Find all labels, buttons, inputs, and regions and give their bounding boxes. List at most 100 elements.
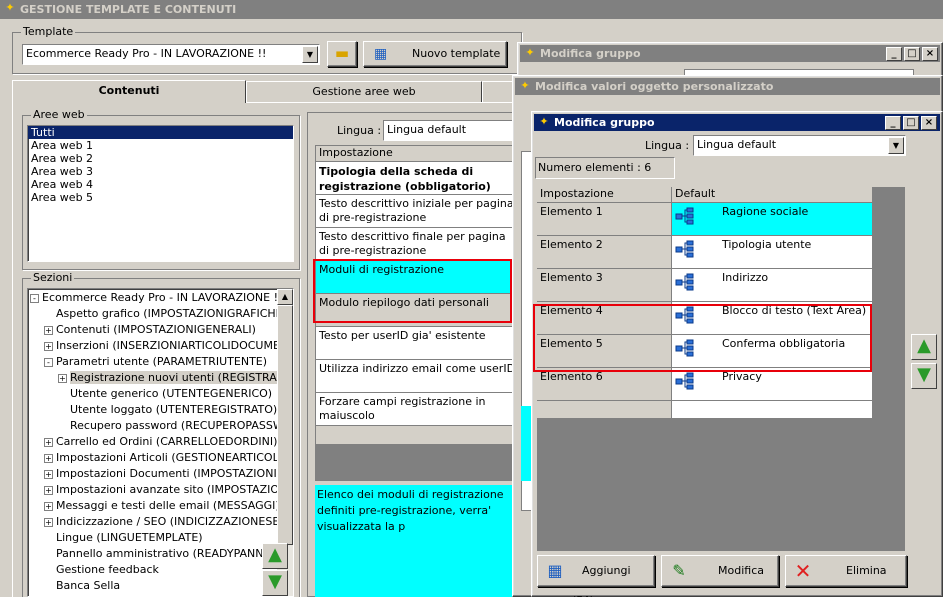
tree-item[interactable]: Utente generico (UTENTEGENERICO) (30, 386, 278, 402)
table-cell-default[interactable]: Tipologia utente (672, 236, 873, 269)
tree-item-label: Messaggi e testi delle email (MESSAGGI) (56, 499, 280, 512)
tree-item-label: Parametri utente (PARAMETRIUTENTE) (56, 355, 268, 368)
new-template-button[interactable]: ▦ Nuovo template (363, 41, 507, 67)
scroll-up-arrow[interactable]: ▲ (277, 289, 293, 305)
minimize-button[interactable]: _ (886, 47, 902, 61)
element-count: Numero elementi : 6 (535, 157, 675, 179)
tree-item[interactable]: Recupero password (RECUPEROPASSW (30, 418, 284, 434)
tree-item-label: Ecommerce Ready Pro - IN LAVORAZIONE !! (42, 291, 283, 304)
description-box: Elenco dei moduli di registrazione defin… (315, 485, 522, 597)
main-titlebar: ✦ GESTIONE TEMPLATE E CONTENUTI (0, 0, 943, 19)
minimize-button[interactable]: _ (885, 116, 901, 130)
tree-item[interactable]: + Carrello ed Ordini (CARRELLOEDORDINI) (30, 434, 278, 450)
tree-item[interactable]: + Impostazioni Documenti (IMPOSTAZIONIDO( (30, 466, 293, 482)
tree-item[interactable]: Utente loggato (UTENTEREGISTRATO) (30, 402, 278, 418)
table-cell-default[interactable]: Indirizzo (672, 269, 873, 302)
aree-web-label: Aree web (31, 108, 87, 121)
expand-icon[interactable]: + (44, 341, 53, 351)
tab-contenuti[interactable]: Contenuti (12, 80, 246, 103)
dialog-move-up-button[interactable]: ▲ (911, 334, 937, 360)
table-cell-default[interactable]: Ragione sociale (672, 203, 873, 236)
dialog-title: Modifica gruppo (554, 116, 655, 129)
expand-icon[interactable]: + (58, 373, 67, 383)
close-button[interactable]: × (922, 47, 938, 61)
tree-item-label: Recupero password (RECUPEROPASSW (70, 419, 284, 432)
tree-item[interactable]: + Registrazione nuovi utenti (REGISTRAZIO (30, 370, 293, 386)
tree-item[interactable]: Pannello amministrativo (READYPANNELL (30, 546, 283, 562)
expand-icon[interactable]: + (44, 437, 53, 447)
table-row[interactable]: Elemento 6 (537, 368, 672, 401)
chevron-down-icon[interactable]: ▼ (888, 137, 904, 154)
list-item[interactable]: Area web 2 (28, 152, 293, 165)
lingua-select[interactable]: Lingua default (383, 120, 523, 141)
expand-icon[interactable]: + (44, 453, 53, 463)
maximize-button[interactable]: □ (904, 47, 920, 61)
list-item[interactable]: Tutti (28, 126, 293, 139)
tree-item[interactable]: + Impostazioni Articoli (GESTIONEARTICOLI… (30, 450, 293, 466)
grid-empty-area (315, 445, 522, 481)
tree-item-label: Gestione feedback (56, 563, 159, 576)
element-value-label: Tipologia utente (722, 238, 812, 251)
tree-structure-icon (675, 372, 694, 390)
grid-footer (316, 426, 523, 444)
open-folder-button[interactable]: ▬ (327, 41, 357, 67)
tree-item[interactable]: + Inserzioni (INSERZIONIARTICOLIDOCUMEN (30, 338, 288, 354)
move-down-button[interactable]: ▼ (262, 570, 288, 596)
expand-icon[interactable]: + (44, 469, 53, 479)
expand-icon[interactable]: + (44, 485, 53, 495)
col-impostazione-header: Impostazione (537, 187, 672, 203)
tree-item[interactable]: Aspetto grafico (IMPOSTAZIONIGRAFICHE) (30, 306, 287, 322)
tree-item[interactable]: Lingue (LINGUETEMPLATE) (30, 530, 278, 546)
maximize-button[interactable]: □ (903, 116, 919, 130)
aree-web-list[interactable]: Tutti Area web 1 Area web 2 Area web 3 A… (27, 125, 294, 262)
modifica-valori-titlebar: ✦ Modifica valori oggetto personalizzato (515, 78, 940, 95)
col-default-header: Default (672, 187, 873, 203)
elements-grid[interactable]: Impostazione Default Elemento 1 Ragione s… (537, 187, 873, 419)
expand-icon[interactable]: + (44, 517, 53, 527)
collapse-icon[interactable]: - (44, 357, 53, 367)
tab-gestione-aree-web-label: Gestione aree web (312, 85, 416, 98)
back-window-titlebar: ✦ Modifica gruppo _ □ × (520, 45, 940, 62)
chevron-down-icon[interactable]: ▼ (302, 46, 318, 63)
table-cell-default[interactable]: Privacy (672, 368, 873, 401)
tree-item[interactable]: - Parametri utente (PARAMETRIUTENTE) (30, 354, 278, 370)
dialog-move-down-button[interactable]: ▼ (911, 363, 937, 389)
table-row[interactable]: Tipologia della scheda di registrazione … (316, 162, 523, 195)
tree-item-label: Impostazioni Documenti (IMPOSTAZIONIDO( (56, 467, 294, 480)
list-item[interactable]: Area web 5 (28, 191, 293, 204)
expand-icon[interactable]: + (44, 501, 53, 511)
aggiungi-button[interactable]: ▦ Aggiungi (F4) (537, 555, 655, 597)
list-item[interactable]: Area web 1 (28, 139, 293, 152)
table-row[interactable]: Testo descrittivo finale per pagina di p… (316, 228, 523, 261)
table-row[interactable]: Testo per userID gia' esistente (316, 327, 523, 360)
app-icon: ✦ (525, 46, 535, 59)
expand-icon[interactable]: + (44, 325, 53, 335)
table-row[interactable]: Elemento 1 (537, 203, 672, 236)
list-item[interactable]: Area web 4 (28, 178, 293, 191)
tree-item[interactable]: + Impostazioni avanzate sito (IMPOSTAZION… (30, 482, 293, 498)
sezioni-tree[interactable]: - Ecommerce Ready Pro - IN LAVORAZIONE !!… (27, 288, 294, 597)
tab-gestione-aree-web[interactable]: Gestione aree web (246, 81, 482, 102)
table-row[interactable]: Elemento 2 (537, 236, 672, 269)
scroll-thumb[interactable] (277, 305, 293, 545)
elimina-button[interactable]: ✕ Elimina (785, 555, 907, 587)
move-up-button[interactable]: ▲ (262, 543, 288, 569)
list-item[interactable]: Area web 3 (28, 165, 293, 178)
dialog-lingua-select[interactable]: Lingua default ▼ (693, 135, 906, 156)
lingua-select-value: Lingua default (387, 123, 467, 136)
tree-item[interactable]: - Ecommerce Ready Pro - IN LAVORAZIONE !! (30, 290, 282, 306)
close-button[interactable]: × (921, 116, 937, 130)
table-row[interactable]: Elemento 3 (537, 269, 672, 302)
table-row[interactable]: Forzare campi registrazione in maiuscolo (316, 393, 523, 426)
tree-item[interactable]: + Messaggi e testi delle email (MESSAGGI) (30, 498, 280, 514)
tree-item-label: Inserzioni (INSERZIONIARTICOLIDOCUMEN (56, 339, 289, 352)
tree-item[interactable]: Banca Sella (30, 578, 278, 594)
tree-item[interactable]: + Indicizzazione / SEO (INDICIZZAZIONESEO… (30, 514, 292, 530)
modifica-button[interactable]: ✎ Modifica (661, 555, 779, 587)
collapse-icon[interactable]: - (30, 293, 39, 303)
tree-item[interactable]: + Contenuti (IMPOSTAZIONIGENERALI) (30, 322, 278, 338)
table-row[interactable]: Testo descrittivo iniziale per pagina di… (316, 195, 523, 228)
table-row[interactable]: Utilizza indirizzo email come userID (316, 360, 523, 393)
tree-item[interactable]: Gestione feedback (30, 562, 278, 578)
template-select[interactable]: Ecommerce Ready Pro - IN LAVORAZIONE !! … (22, 44, 320, 65)
